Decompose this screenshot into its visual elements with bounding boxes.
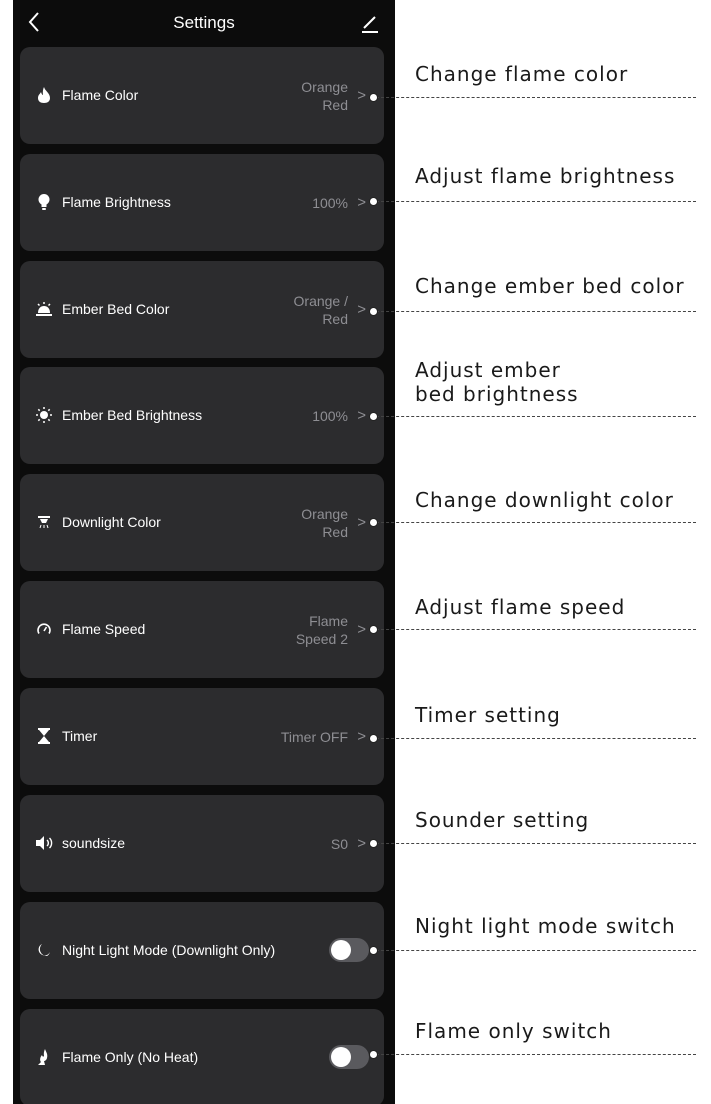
speaker-icon [34, 833, 54, 853]
setting-value: Orange Red [301, 505, 348, 540]
setting-label: Timer [62, 728, 98, 744]
callout-line [376, 950, 696, 951]
callout-line [376, 843, 696, 844]
setting-label: Flame Brightness [62, 194, 171, 210]
phone-screen: Settings Flame Color Orange Red > Flame … [13, 0, 395, 1104]
callout-text: Change ember bed color [415, 274, 685, 298]
callout-dot [369, 197, 378, 206]
toggle-knob [331, 940, 351, 960]
callout-dot [369, 625, 378, 634]
chevron-right-icon: > [357, 301, 366, 318]
setting-label: Ember Bed Brightness [62, 407, 203, 423]
setting-value: Timer OFF [280, 728, 348, 745]
setting-label: Night Light Mode (Downlight Only) [62, 942, 276, 958]
setting-value: Flame Speed 2 [295, 612, 348, 647]
callout-dot [369, 1050, 378, 1059]
flame-icon [34, 85, 54, 105]
callout-dot [369, 734, 378, 743]
chevron-right-icon: > [357, 835, 366, 852]
setting-label: Downlight Color [62, 514, 161, 530]
chevron-right-icon: > [357, 514, 366, 531]
callout-line [376, 522, 696, 523]
callout-line [376, 416, 696, 417]
setting-row-timer[interactable]: Timer Timer OFF > [20, 688, 384, 785]
edit-icon[interactable] [359, 11, 381, 35]
setting-label: Flame Speed [62, 621, 146, 637]
callout-text: Sounder setting [415, 808, 590, 832]
callout-line [376, 97, 696, 98]
setting-row-soundsize[interactable]: soundsize S0 > [20, 795, 384, 892]
setting-value: 100% [312, 407, 348, 424]
chevron-right-icon: > [357, 407, 366, 424]
setting-row-flame-color[interactable]: Flame Color Orange Red > [20, 47, 384, 144]
setting-row-night-light-mode: Night Light Mode (Downlight Only) [20, 902, 384, 999]
callout-dot [369, 93, 378, 102]
flame-only-icon [34, 1047, 54, 1067]
callout-text: Timer setting [415, 703, 561, 727]
setting-label: Ember Bed Color [62, 301, 170, 317]
callout-dot [369, 518, 378, 527]
chevron-right-icon: > [357, 194, 366, 211]
chevron-right-icon: > [357, 621, 366, 638]
hourglass-icon [34, 726, 54, 746]
callout-line [376, 738, 696, 739]
callout-line [376, 1054, 696, 1055]
callout-line [376, 311, 696, 312]
flame-only-toggle[interactable] [329, 1045, 369, 1069]
callout-line [376, 629, 696, 630]
setting-row-ember-bed-brightness[interactable]: Ember Bed Brightness 100% > [20, 367, 384, 464]
chevron-right-icon: > [357, 87, 366, 104]
moon-icon [34, 940, 54, 960]
setting-row-flame-brightness[interactable]: Flame Brightness 100% > [20, 154, 384, 251]
callout-text: Change downlight color [415, 488, 674, 512]
setting-value: 100% [312, 194, 348, 211]
setting-label: Flame Color [62, 87, 139, 103]
downlight-icon [34, 512, 54, 532]
callout-dot [369, 307, 378, 316]
callout-text: Adjust ember bed brightness [415, 358, 579, 406]
callout-dot [369, 839, 378, 848]
toggle-knob [331, 1047, 351, 1067]
bulb-icon [34, 192, 54, 212]
setting-value: S0 [330, 835, 348, 852]
setting-row-flame-speed[interactable]: Flame Speed Flame Speed 2 > [20, 581, 384, 678]
chevron-right-icon: > [357, 728, 366, 745]
callout-dot [369, 946, 378, 955]
setting-row-ember-bed-color[interactable]: Ember Bed Color Orange / Red > [20, 261, 384, 358]
ember-bed-icon [34, 299, 54, 319]
setting-row-flame-only: Flame Only (No Heat) [20, 1009, 384, 1104]
setting-label: soundsize [62, 835, 126, 851]
callout-dot [369, 412, 378, 421]
setting-value: Orange / Red [293, 292, 348, 327]
setting-value: Orange Red [301, 78, 348, 113]
sun-icon [34, 405, 54, 425]
callout-text: Night light mode switch [415, 914, 676, 938]
callout-text: Change flame color [415, 62, 629, 86]
speedometer-icon [34, 619, 54, 639]
navigation-bar: Settings [13, 0, 395, 46]
page-title: Settings [173, 13, 235, 32]
callout-text: Adjust flame brightness [415, 164, 676, 188]
callout-text: Flame only switch [415, 1019, 612, 1043]
callout-text: Adjust flame speed [415, 595, 626, 619]
night-light-toggle[interactable] [329, 938, 369, 962]
setting-label: Flame Only (No Heat) [62, 1049, 199, 1065]
setting-row-downlight-color[interactable]: Downlight Color Orange Red > [20, 474, 384, 571]
callout-line [376, 201, 696, 202]
